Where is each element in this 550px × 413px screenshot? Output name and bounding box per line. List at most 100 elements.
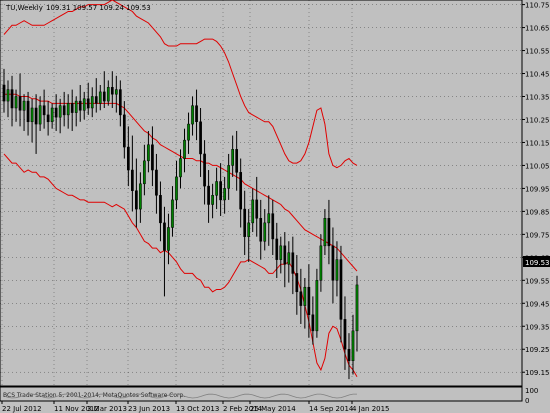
candle-body-bear [102,91,106,102]
price-tick-label: 110.55 [525,48,550,56]
candle-body-bear [122,114,126,148]
time-tick-label: 4 Jan 2015 [352,405,390,413]
candle-body-bear [163,222,166,251]
candle-body-bull [175,176,178,201]
candle-body-bull [58,105,62,118]
subwindow-tick-label: 100 [525,387,538,395]
candle-body-bear [70,103,74,113]
candle-body-bear [26,100,30,123]
candle-body-bull [66,103,70,116]
candle-body-bear [339,259,343,320]
ohlc-readout: 109.31 109.57 109.24 109.53 [46,4,151,12]
symbol-timeframe-label: TU,Weekly [5,4,43,12]
price-tick-label: 110.45 [525,71,550,79]
candle-body-bull [323,218,327,247]
candle-body-bull [263,222,267,242]
candle-body-bull [267,213,271,224]
candle-body-bear [159,195,162,224]
candle-body-bull [74,100,78,113]
candle-body-bear [299,291,303,306]
candle-body-bull [247,222,251,237]
candle-body-bull [187,123,190,141]
price-tick-label: 109.15 [525,369,550,377]
candle-body-bear [207,185,210,205]
current-price-tag: 109.53 [523,256,550,267]
candle-body-bull [143,160,146,185]
price-tick-label: 110.25 [525,116,550,124]
candle-body-bear [135,190,138,210]
candle-body-bull [223,188,226,201]
price-tick-label: 109.35 [525,323,550,331]
subwindow-tick-label: 0 [525,397,529,405]
price-tick-label: 110.15 [525,139,550,147]
candle-body-bear [235,149,239,173]
candle-body-bear [195,105,198,123]
candle-body-bear [219,181,222,201]
candle-body-bear [10,89,14,109]
candle-body-bear [199,121,202,155]
price-tick-label: 110.65 [525,25,550,33]
candle-body-bull [227,165,230,189]
candle-body-bull [335,259,339,281]
time-axis[interactable]: 22 Jul 2012 11 Nov 20123 Mar 2013 23 Jun 2… [1,401,390,413]
price-tick-label: 109.85 [525,208,550,216]
time-tick-label: 14 Sep 2014 [309,405,354,413]
candle-body-bear [203,153,206,187]
candle-body-bear [291,252,295,274]
candle-body-bull [211,195,214,205]
price-tick-label: 109.25 [525,346,550,354]
candle-body-bear [295,273,299,293]
candle-body-bear [2,84,6,102]
candle-body-bear [307,286,311,316]
candle-body-bear [62,105,66,116]
candle-body-bull [315,280,319,332]
candle-body-bull [303,286,307,306]
candle-body-bull [50,107,54,123]
candle-body-bull [319,245,323,281]
price-tick-label: 110.05 [525,162,550,170]
candle-body-bull [6,89,10,102]
subwindow-axis: 1000 [525,387,538,405]
time-tick-label: 13 Oct 2013 [176,405,219,413]
price-axis[interactable]: 110.75 110.65 110.55 110.45 110.35 110.25 110.… [522,2,550,378]
candle-body-bull [351,330,355,361]
candle-body-bull [171,199,174,228]
candle-body-bear [110,87,114,95]
candle-body-bull [279,245,283,260]
candle-body-bull [215,181,218,196]
chart-window[interactable]: TU,Weekly 109.31 109.57 109.24 109.53 11… [0,0,550,413]
price-tick-label: 109.75 [525,231,550,239]
candle-body-bull [183,139,186,159]
candle-body-bull [147,144,150,162]
candle-body-bull [14,96,18,109]
current-price-value: 109.53 [525,259,550,267]
candle-body-bear [78,100,82,111]
candle-body-bear [131,169,134,191]
candle-body-bear [54,107,58,118]
price-tick-label: 109.45 [525,300,550,308]
candle-body-bull [251,199,255,224]
candle-body-bear [155,169,158,196]
candle-body-bull [38,105,42,125]
chart-canvas[interactable]: TU,Weekly 109.31 109.57 109.24 109.53 11… [0,0,550,413]
candle-body-bull [30,107,34,123]
price-tick-label: 110.75 [525,2,550,10]
candle-body-bull [98,91,102,104]
candle-body-bear [255,199,259,219]
candle-body-bear [34,107,38,125]
candle-body-bear [118,89,122,116]
candle-body-bull [355,284,359,332]
candle-body-bear [239,172,243,210]
candle-body-bull [287,252,291,265]
candle-body-bear [311,314,315,332]
candle-body-bear [86,98,90,109]
time-tick-label: 22 Jul 2012 [2,405,42,413]
candle-body-bull [82,98,86,111]
candle-body-bear [243,208,247,237]
candle-body-bear [259,218,263,242]
candle-body-bear [151,144,154,171]
candle-body-bear [94,96,98,104]
candle-body-bear [42,105,46,116]
candle-body-bull [90,96,94,109]
time-tick-label: 23 Jun 2013 [128,405,170,413]
